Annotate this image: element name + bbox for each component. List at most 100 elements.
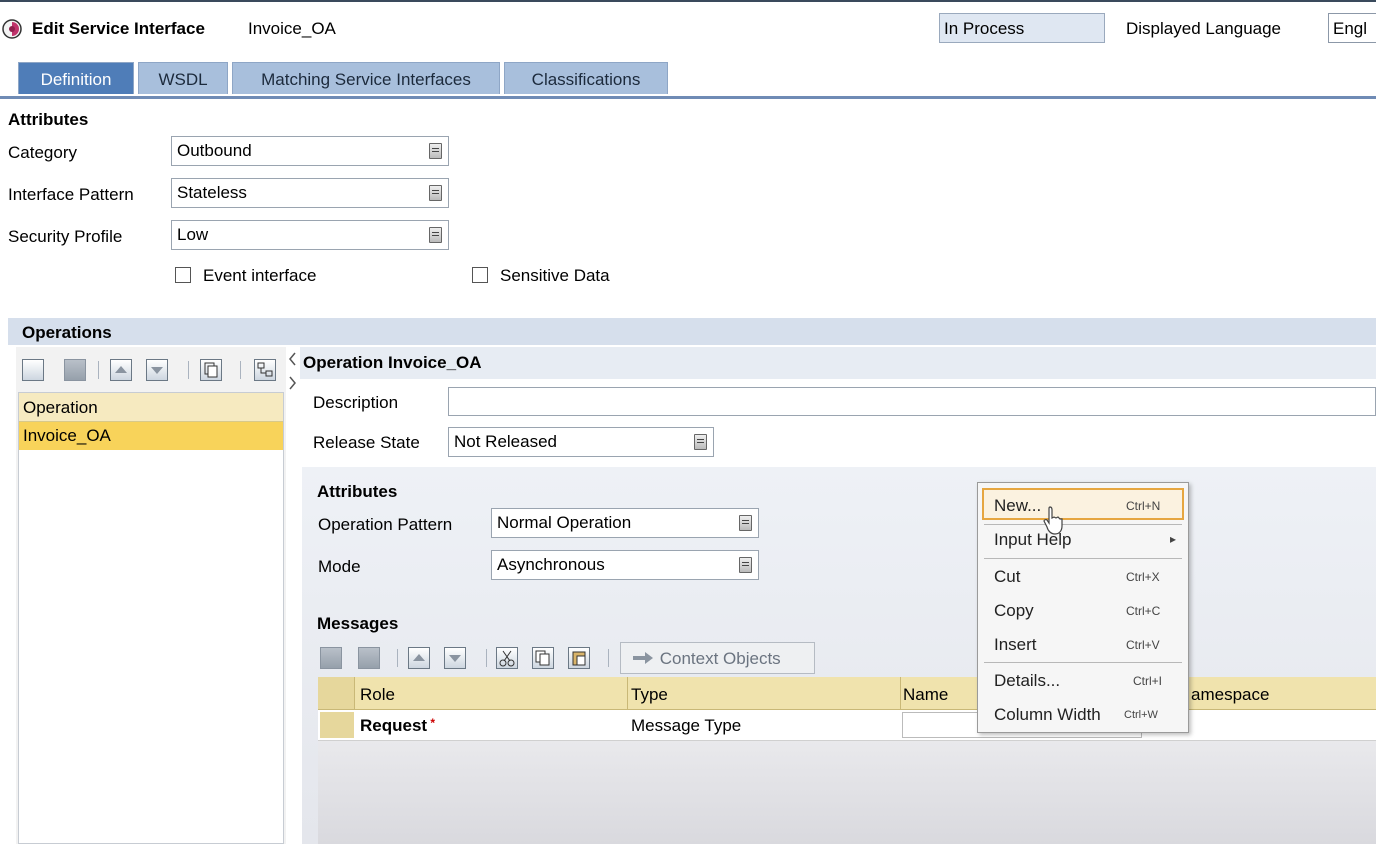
menu-item-new[interactable]: New... xyxy=(994,496,1041,516)
menu-item-column-width[interactable]: Column Width xyxy=(994,705,1101,725)
tab-classifications[interactable]: Classifications xyxy=(504,62,668,94)
copy-icon[interactable] xyxy=(532,647,554,669)
dropdown-icon[interactable] xyxy=(429,143,442,159)
menu-separator xyxy=(984,524,1182,525)
security-profile-value: Low xyxy=(177,225,209,244)
splitter-arrows-icon xyxy=(289,352,296,390)
toolbar-separator xyxy=(397,649,398,667)
required-marker: * xyxy=(427,716,436,730)
category-label: Category xyxy=(8,143,77,162)
row-selector[interactable] xyxy=(320,712,354,738)
context-objects-label: Context Objects xyxy=(659,649,781,668)
column-type[interactable]: Type xyxy=(631,685,668,705)
column-namespace[interactable]: amespace xyxy=(1191,685,1269,705)
status-field: In Process xyxy=(939,13,1105,43)
operation-pattern-label: Operation Pattern xyxy=(318,515,453,534)
copy-operation-icon[interactable] xyxy=(200,359,222,381)
release-state-value: Not Released xyxy=(454,432,558,451)
message-up-icon[interactable] xyxy=(408,647,430,669)
arrow-up-icon xyxy=(413,654,425,661)
operation-name: Invoice_OA xyxy=(23,426,111,445)
operation-column-label: Operation xyxy=(23,398,98,417)
operation-attributes-heading: Attributes xyxy=(317,482,398,501)
menu-shortcut-copy: Ctrl+C xyxy=(1126,604,1161,618)
clipboard-icon xyxy=(572,651,586,666)
operation-pattern-select[interactable]: Normal Operation xyxy=(491,508,759,538)
toolbar-separator xyxy=(98,361,99,379)
table-row[interactable] xyxy=(318,710,1376,741)
sensitive-data-label: Sensitive Data xyxy=(500,266,610,285)
menu-shortcut-details: Ctrl+I xyxy=(1133,674,1163,688)
move-down-icon[interactable] xyxy=(146,359,168,381)
toolbar-separator xyxy=(188,361,189,379)
menu-item-copy[interactable]: Copy xyxy=(994,601,1034,621)
menu-separator xyxy=(984,662,1182,663)
dropdown-icon[interactable] xyxy=(429,227,442,243)
dropdown-icon[interactable] xyxy=(739,515,752,531)
operations-heading: Operations xyxy=(22,323,112,342)
event-interface-label: Event interface xyxy=(203,266,317,285)
insert-row-icon[interactable] xyxy=(22,359,44,381)
insert-message-icon[interactable] xyxy=(320,647,342,669)
menu-separator xyxy=(984,558,1182,559)
release-state-select[interactable]: Not Released xyxy=(448,427,714,457)
sensitive-data-checkbox[interactable] xyxy=(472,267,488,283)
mode-select[interactable]: Asynchronous xyxy=(491,550,759,580)
toolbar-separator xyxy=(240,361,241,379)
delete-row-icon[interactable] xyxy=(64,359,86,381)
dropdown-icon[interactable] xyxy=(739,557,752,573)
tab-wsdl[interactable]: WSDL xyxy=(138,62,228,94)
category-select[interactable]: Outbound xyxy=(171,136,449,166)
object-name: Invoice_OA xyxy=(248,19,336,38)
description-field[interactable] xyxy=(448,387,1376,416)
copy-icon xyxy=(204,362,218,378)
mode-value: Asynchronous xyxy=(497,555,605,574)
messages-heading: Messages xyxy=(317,614,399,633)
dropdown-icon[interactable] xyxy=(429,185,442,201)
copy-pages-icon xyxy=(535,650,550,666)
paste-icon[interactable] xyxy=(568,647,590,669)
context-menu: New... Ctrl+N Input Help ▸ Cut Ctrl+X Co… xyxy=(977,482,1189,733)
dropdown-icon[interactable] xyxy=(694,434,707,450)
page-title: Edit Service Interface xyxy=(32,19,205,38)
row-selector-header[interactable] xyxy=(318,677,355,709)
tab-definition[interactable]: Definition xyxy=(18,62,134,94)
arrow-down-icon xyxy=(449,655,461,662)
description-label: Description xyxy=(313,393,399,412)
interface-pattern-value: Stateless xyxy=(177,183,247,202)
message-down-icon[interactable] xyxy=(444,647,466,669)
scissors-icon xyxy=(499,650,515,667)
tree-icon xyxy=(257,362,273,377)
menu-item-details[interactable]: Details... xyxy=(994,671,1060,691)
column-role[interactable]: Role xyxy=(360,685,395,705)
move-up-icon[interactable] xyxy=(110,359,132,381)
operations-header xyxy=(8,318,1376,345)
tab-matching-service-interfaces[interactable]: Matching Service Interfaces xyxy=(232,62,500,94)
submenu-arrow-icon: ▸ xyxy=(1170,532,1177,546)
menu-shortcut-new: Ctrl+N xyxy=(1126,499,1161,513)
security-profile-select[interactable]: Low xyxy=(171,220,449,250)
type-cell[interactable]: Message Type xyxy=(631,716,741,736)
category-value: Outbound xyxy=(177,141,252,160)
hierarchy-icon[interactable] xyxy=(254,359,276,381)
menu-item-insert[interactable]: Insert xyxy=(994,635,1037,655)
context-objects-button[interactable]: Context Objects xyxy=(620,642,815,674)
delete-message-icon[interactable] xyxy=(358,647,380,669)
list-item[interactable]: Invoice_OA xyxy=(19,422,283,450)
operations-list xyxy=(18,392,284,844)
splitter[interactable] xyxy=(286,347,300,844)
toolbar-separator xyxy=(608,649,609,667)
interface-pattern-select[interactable]: Stateless xyxy=(171,178,449,208)
operation-pattern-value: Normal Operation xyxy=(497,513,632,532)
service-interface-icon xyxy=(2,19,22,39)
operation-detail-title: Operation Invoice_OA xyxy=(303,353,482,372)
column-name[interactable]: Name xyxy=(903,685,948,705)
language-select[interactable]: Engl xyxy=(1328,13,1376,43)
event-interface-checkbox[interactable] xyxy=(175,267,191,283)
security-profile-label: Security Profile xyxy=(8,227,123,246)
cut-icon[interactable] xyxy=(496,647,518,669)
release-state-label: Release State xyxy=(313,433,420,452)
arrow-up-icon xyxy=(115,366,127,373)
interface-pattern-label: Interface Pattern xyxy=(8,185,134,204)
menu-item-cut[interactable]: Cut xyxy=(994,567,1020,587)
